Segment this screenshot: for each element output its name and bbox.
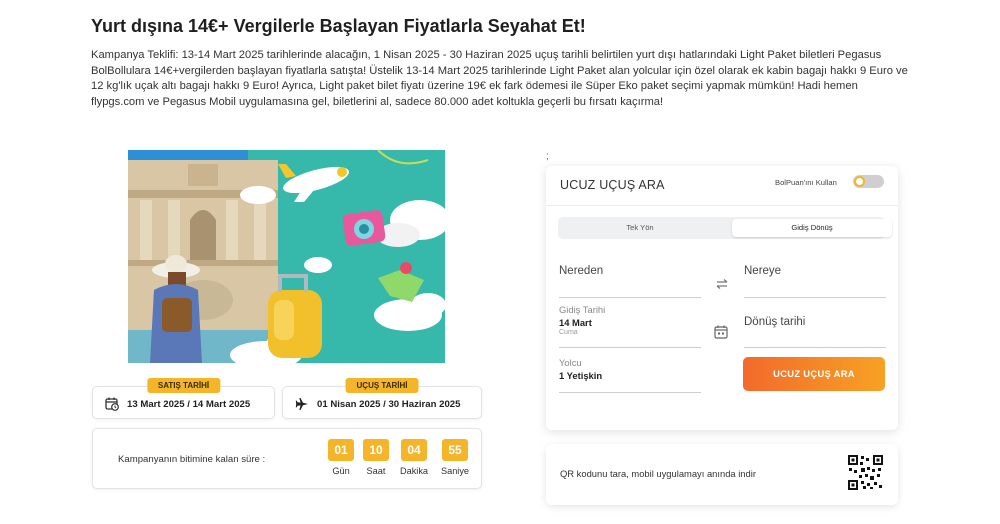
origin-field[interactable]: Nereden <box>559 265 701 298</box>
qr-text: QR kodunu tara, mobil uygulamayı anında … <box>560 468 756 479</box>
departure-weekday: Cuma <box>559 329 578 336</box>
departure-date-value: 14 Mart <box>559 317 592 328</box>
countdown-days-value: 01 <box>328 439 354 461</box>
flight-search-panel: UCUZ UÇUŞ ARA BolPuan'ını Kullan Tek Yön… <box>546 166 898 430</box>
return-date-label: Dönüş tarihi <box>744 316 806 328</box>
departure-date-field[interactable]: Gidiş Tarihi 14 Mart Cuma <box>559 304 701 348</box>
countdown-seconds: 55 Saniye <box>441 439 469 476</box>
countdown-minutes: 04 Dakika <box>400 439 428 476</box>
countdown-minutes-value: 04 <box>401 439 427 461</box>
countdown-seconds-value: 55 <box>442 439 468 461</box>
flight-date-card: UÇUŞ TARİHİ 01 Nisan 2025 / 30 Haziran 2… <box>282 378 482 419</box>
swap-arrows-icon[interactable] <box>712 274 732 294</box>
campaign-illustration <box>128 150 445 363</box>
bolpuan-toggle[interactable] <box>853 175 884 188</box>
departure-label: Gidiş Tarihi <box>559 304 606 315</box>
passenger-field[interactable]: Yolcu 1 Yetişkin <box>559 357 701 393</box>
countdown-minutes-caption: Dakika <box>399 466 429 476</box>
countdown-days: 01 Gün <box>328 439 354 476</box>
destination-field[interactable]: Nereye <box>744 265 886 298</box>
airplane-icon <box>295 398 308 410</box>
search-flights-button[interactable]: UCUZ UÇUŞ ARA <box>743 357 885 391</box>
passenger-value: 1 Yetişkin <box>559 370 603 381</box>
return-date-field[interactable]: Dönüş tarihi <box>744 316 886 348</box>
sale-date-card: SATIŞ TARİHİ 13 Mart 2025 / 14 Mart 2025 <box>92 378 275 419</box>
countdown-hours: 10 Saat <box>363 439 389 476</box>
campaign-description: Kampanya Teklifi: 13-14 Mart 2025 tarihl… <box>91 49 908 108</box>
calendar-icon[interactable] <box>713 324 729 340</box>
trip-type-selector: Tek Yön Gidiş Dönüş <box>558 217 892 239</box>
stray-mark: ; <box>546 151 549 162</box>
destination-label: Nereye <box>744 265 782 277</box>
passenger-label: Yolcu <box>559 357 582 368</box>
countdown-label: Kampanyanın bitimine kalan süre : <box>118 454 266 465</box>
campaign-countdown: Kampanyanın bitimine kalan süre : 01 Gün… <box>92 428 482 489</box>
countdown-seconds-caption: Saniye <box>440 466 470 476</box>
page-title: Yurt dışına 14€+ Vergilerle Başlayan Fiy… <box>91 16 586 36</box>
qr-code-icon <box>848 455 883 490</box>
bolpuan-label: BolPuan'ını Kullan <box>775 178 837 187</box>
app-download-card: QR kodunu tara, mobil uygulamayı anında … <box>546 444 898 505</box>
tab-one-way[interactable]: Tek Yön <box>560 219 720 237</box>
sale-date-badge: SATIŞ TARİHİ <box>146 378 221 393</box>
toggle-knob <box>854 176 865 187</box>
sale-date-value: 13 Mart 2025 / 14 Mart 2025 <box>127 399 251 410</box>
origin-label: Nereden <box>559 265 604 277</box>
flight-date-badge: UÇUŞ TARİHİ <box>345 378 419 393</box>
tab-round-trip[interactable]: Gidiş Dönüş <box>732 219 892 237</box>
flight-date-value: 01 Nisan 2025 / 30 Haziran 2025 <box>317 399 461 410</box>
countdown-hours-value: 10 <box>363 439 389 461</box>
calendar-clock-icon <box>105 397 119 411</box>
search-panel-title: UCUZ UÇUŞ ARA <box>560 178 665 192</box>
panel-divider <box>546 205 898 206</box>
